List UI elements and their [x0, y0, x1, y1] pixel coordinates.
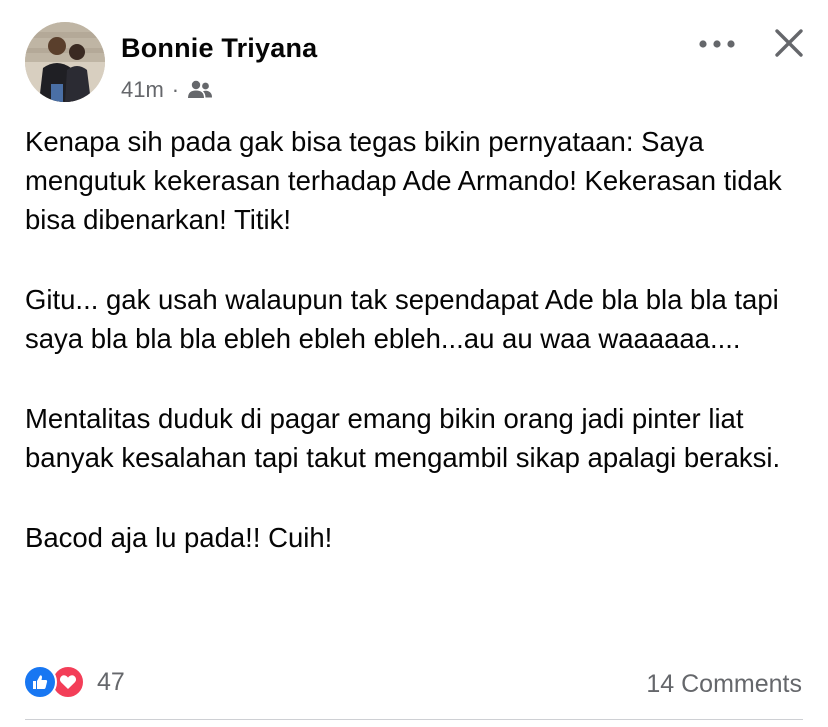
post-meta: 41m · [121, 76, 213, 104]
close-icon [775, 29, 803, 57]
reactions-summary[interactable]: 47 [23, 665, 125, 699]
avatar-photo [25, 22, 105, 102]
post-header: Bonnie Triyana 41m · [0, 0, 828, 110]
author-name[interactable]: Bonnie Triyana [121, 33, 317, 64]
post-paragraph: Kenapa sih pada gak bisa tegas bikin per… [25, 126, 782, 235]
meta-separator: · [171, 77, 180, 102]
post-paragraph: Gitu... gak usah walaupun tak sependapat… [25, 284, 779, 354]
post-body: Kenapa sih pada gak bisa tegas bikin per… [25, 122, 815, 557]
more-options-button[interactable] [694, 24, 740, 64]
post-paragraph: Bacod aja lu pada!! Cuih! [25, 522, 333, 553]
post-footer: 47 14 Comments [0, 660, 828, 708]
more-options-icon [699, 40, 735, 48]
like-reaction-icon [23, 665, 57, 699]
post-paragraph: Mentalitas duduk di pagar emang bikin or… [25, 403, 781, 473]
friends-icon[interactable] [187, 79, 213, 101]
comments-count-link[interactable]: 14 Comments [646, 670, 802, 699]
post-timestamp[interactable]: 41m [121, 77, 164, 103]
close-button[interactable] [768, 22, 810, 64]
reaction-count: 47 [97, 667, 125, 696]
author-avatar[interactable] [25, 22, 105, 102]
footer-divider [25, 719, 803, 720]
